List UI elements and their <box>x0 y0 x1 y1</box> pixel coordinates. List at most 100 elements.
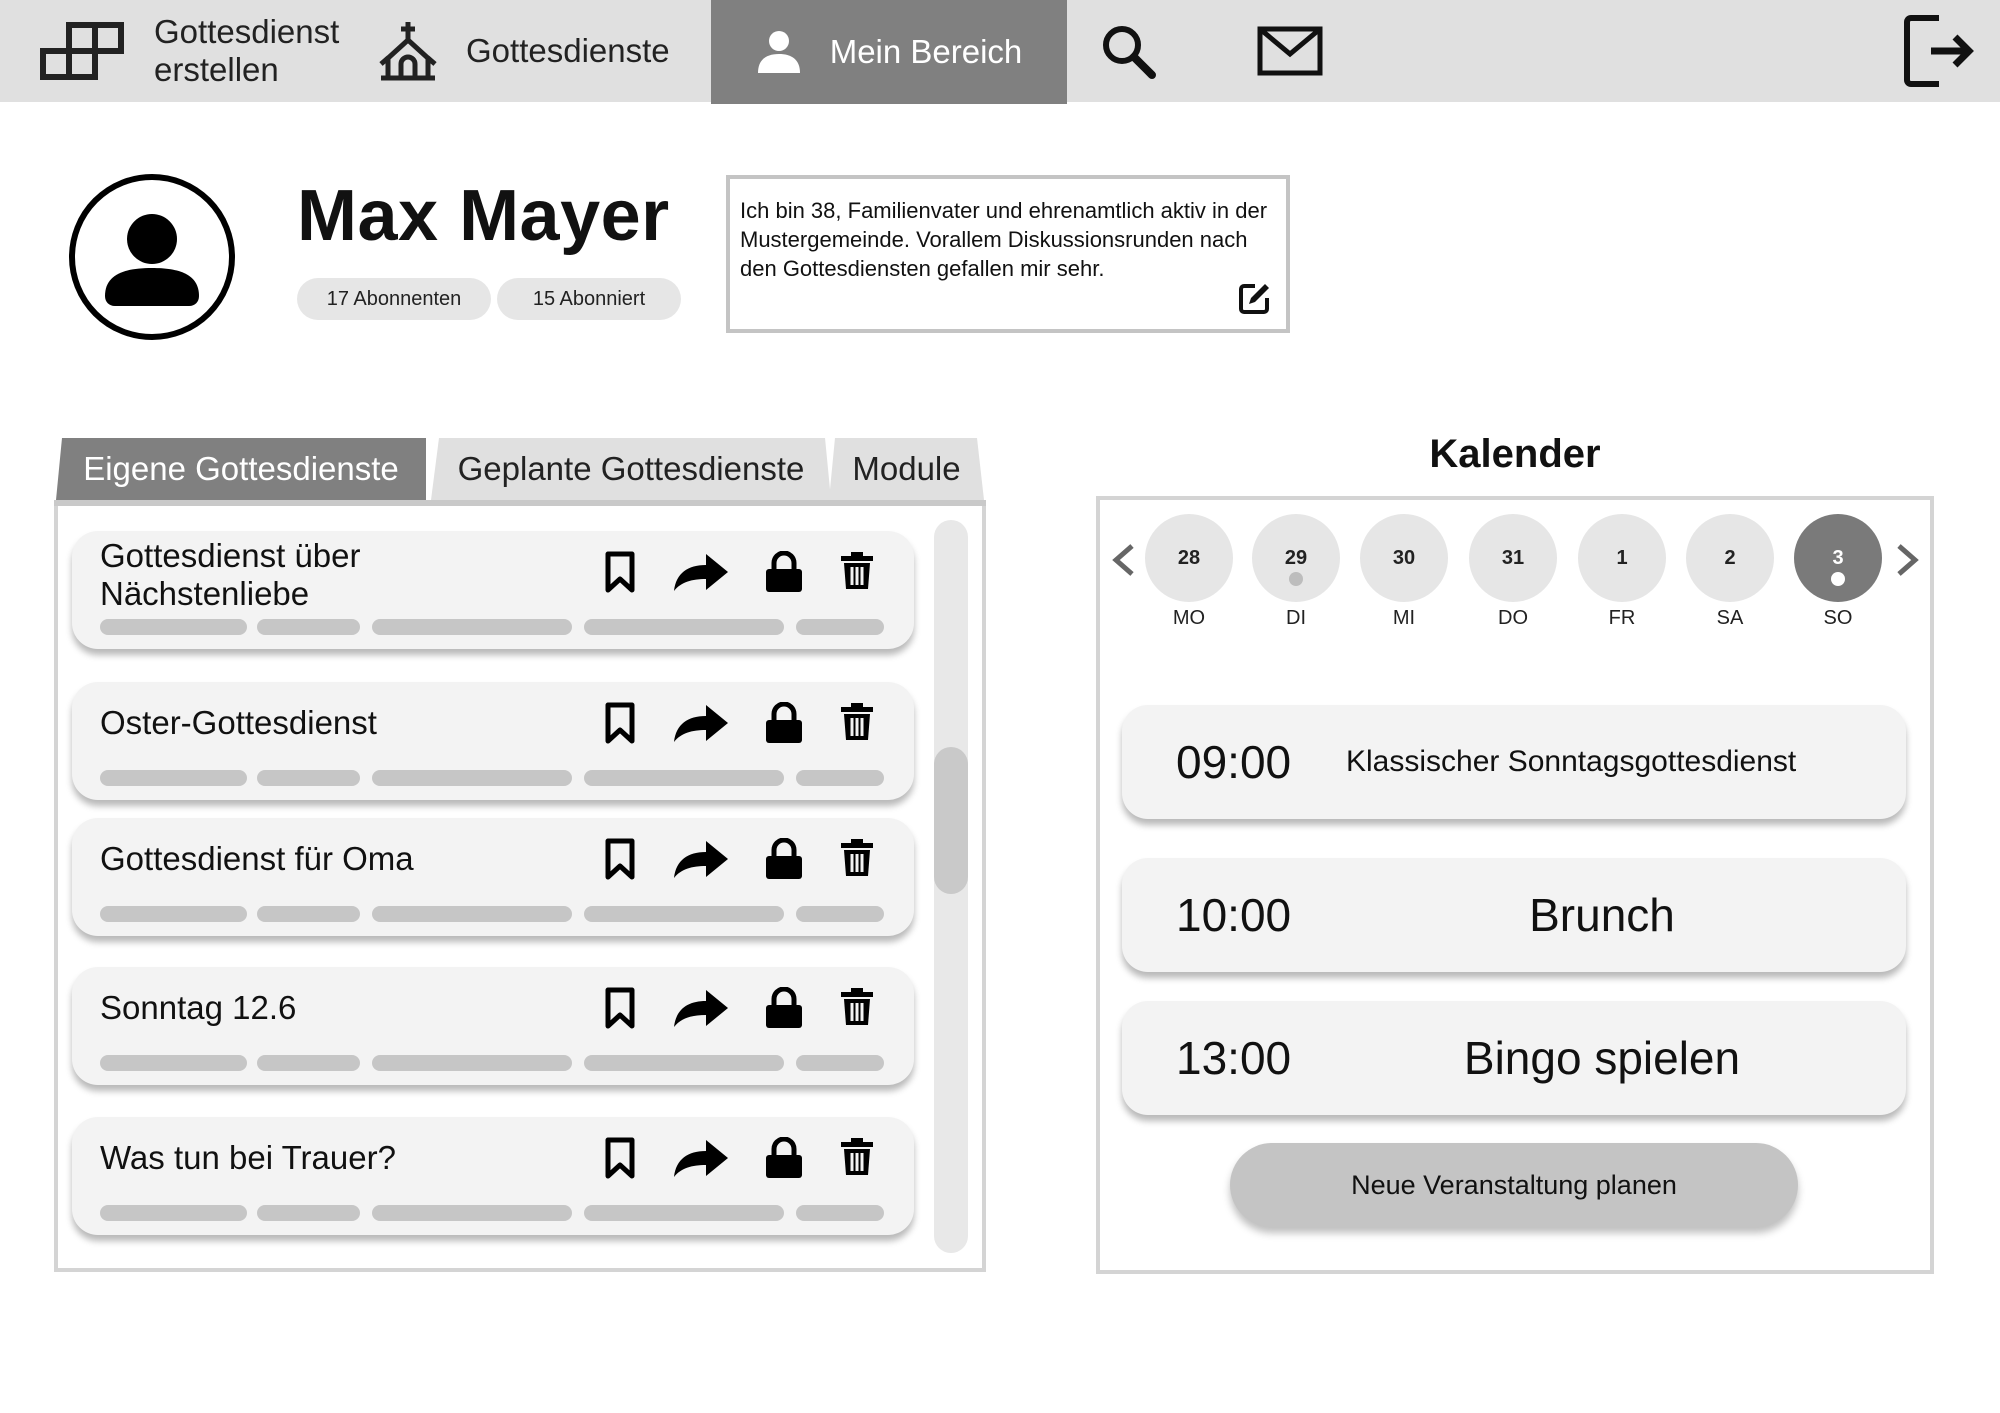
lock-icon <box>766 551 802 592</box>
calendar-day-number: 28 <box>1177 546 1201 569</box>
bookmark-button[interactable] <box>604 551 636 593</box>
calendar-day[interactable]: 28 <box>1145 514 1233 602</box>
service-title: Oster-Gottesdienst <box>100 704 377 741</box>
service-title: Was tun bei Trauer? <box>100 1139 396 1176</box>
placeholder-bar <box>100 1055 247 1071</box>
event-time: 10:00 <box>1176 889 1292 941</box>
calendar-day[interactable]: 2 <box>1686 514 1774 602</box>
share-icon <box>674 554 728 591</box>
lock-icon <box>766 1137 802 1178</box>
blocks-icon <box>40 22 124 80</box>
calendar-day-name: MO <box>1172 607 1206 629</box>
lock-button[interactable] <box>764 987 804 1029</box>
placeholder-bar <box>584 906 784 922</box>
new-event-button[interactable]: Neue Veranstaltung planen <box>1230 1143 1798 1227</box>
share-button[interactable] <box>672 702 730 744</box>
bio-text: Ich bin 38, Familienvater und ehrenamtli… <box>740 198 1268 281</box>
calendar-day-name: DO <box>1498 607 1528 629</box>
placeholder-bars <box>100 619 886 635</box>
calendar-day-number: 2 <box>1724 546 1736 569</box>
placeholder-bar <box>100 619 247 635</box>
service-title: Sonntag 12.6 <box>100 989 297 1026</box>
scrollbar-thumb[interactable] <box>934 747 968 894</box>
logout-button[interactable] <box>1900 0 1980 102</box>
event-title: Bingo spielen <box>1463 1032 1741 1084</box>
calendar-day[interactable]: 30 <box>1360 514 1448 602</box>
event-title: Klassischer Sonntagsgottesdienst <box>1346 745 1797 778</box>
trash-button[interactable] <box>839 702 875 742</box>
share-icon <box>674 1140 728 1177</box>
avatar[interactable] <box>69 174 235 340</box>
placeholder-bar <box>796 1055 884 1071</box>
tab-planned-services[interactable]: Geplante Gottesdienste <box>431 438 831 500</box>
trash-icon <box>841 552 873 589</box>
service-card[interactable]: Sonntag 12.6 <box>72 967 914 1085</box>
placeholder-bar <box>100 1205 247 1221</box>
bookmark-icon <box>605 1137 635 1179</box>
calendar-day[interactable]: 29 <box>1252 514 1340 602</box>
placeholder-bars <box>100 906 886 922</box>
chevron-left-icon[interactable] <box>1108 540 1138 580</box>
bookmark-icon <box>605 987 635 1029</box>
lock-button[interactable] <box>764 838 804 880</box>
calendar-day-number: 29 <box>1284 546 1308 569</box>
chevron-right-icon[interactable] <box>1893 540 1923 580</box>
share-button[interactable] <box>672 551 730 593</box>
placeholder-bar <box>257 906 360 922</box>
lock-button[interactable] <box>764 702 804 744</box>
share-button[interactable] <box>672 987 730 1029</box>
event-title: Brunch <box>1529 889 1675 941</box>
edit-icon[interactable] <box>1238 281 1272 315</box>
trash-button[interactable] <box>839 1137 875 1177</box>
share-button[interactable] <box>672 1137 730 1179</box>
placeholder-bars <box>100 1205 886 1221</box>
nav-create-label: Gottesdienst erstellen <box>154 13 340 88</box>
share-icon <box>674 990 728 1027</box>
bookmark-button[interactable] <box>604 987 636 1029</box>
tab-planned-services-label: Geplante Gottesdienste <box>457 450 805 487</box>
placeholder-bars <box>100 1055 886 1071</box>
nav-create-service[interactable]: Gottesdienst erstellen <box>40 0 360 102</box>
service-card[interactable]: Oster-Gottesdienst <box>72 682 914 800</box>
bookmark-button[interactable] <box>604 838 636 880</box>
placeholder-bar <box>584 1205 784 1221</box>
calendar-day[interactable]: 31 <box>1469 514 1557 602</box>
placeholder-bar <box>257 1055 360 1071</box>
tab-own-services[interactable]: Eigene Gottesdienste <box>56 438 426 500</box>
trash-button[interactable] <box>839 987 875 1027</box>
placeholder-bar <box>372 770 572 786</box>
trash-button[interactable] <box>839 551 875 591</box>
trash-button[interactable] <box>839 838 875 878</box>
following-badge[interactable]: 15 Abonniert <box>497 278 681 320</box>
placeholder-bar <box>257 1205 360 1221</box>
share-icon <box>674 841 728 878</box>
messages-button[interactable] <box>1255 0 1325 102</box>
bookmark-button[interactable] <box>604 1137 636 1179</box>
tab-modules[interactable]: Module <box>829 438 984 500</box>
event-indicator-dot <box>1289 572 1303 586</box>
service-card[interactable]: Gottesdienst über Nächstenliebe <box>72 531 914 649</box>
trash-icon <box>841 1138 873 1175</box>
calendar-day[interactable]: 1 <box>1578 514 1666 602</box>
event-card[interactable]: 13:00 Bingo spielen <box>1122 1001 1906 1115</box>
tabs-underline <box>54 500 986 506</box>
lock-button[interactable] <box>764 1137 804 1179</box>
bookmark-button[interactable] <box>604 702 636 744</box>
placeholder-bar <box>372 906 572 922</box>
service-card[interactable]: Was tun bei Trauer? <box>72 1117 914 1235</box>
search-icon <box>1103 26 1156 79</box>
bookmark-icon <box>605 702 635 744</box>
event-card[interactable]: 09:00 Klassischer Sonntagsgottesdienst <box>1122 705 1906 819</box>
search-button[interactable] <box>1095 0 1161 102</box>
nav-my-area[interactable]: Mein Bereich <box>711 0 1067 104</box>
share-button[interactable] <box>672 838 730 880</box>
event-card[interactable]: 10:00 Brunch <box>1122 858 1906 972</box>
service-card[interactable]: Gottesdienst für Oma <box>72 818 914 936</box>
calendar-day[interactable]: 3 <box>1794 514 1882 602</box>
nav-services[interactable]: Gottesdienste <box>378 0 698 102</box>
bio-box: Ich bin 38, Familienvater und ehrenamtli… <box>726 175 1290 333</box>
lock-button[interactable] <box>764 551 804 593</box>
calendar-day-name: DI <box>1286 607 1306 629</box>
profile-name: Max Mayer <box>297 176 670 256</box>
followers-badge[interactable]: 17 Abonnenten <box>297 278 491 320</box>
